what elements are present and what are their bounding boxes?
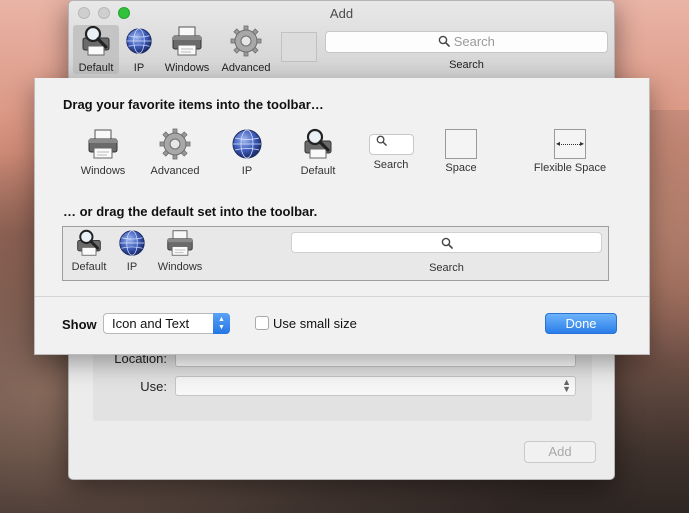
default-set-label: IP (126, 261, 138, 273)
search-icon (441, 237, 453, 249)
default-printer-icon (302, 128, 334, 160)
default-printer-icon (75, 229, 103, 257)
windows-printer-icon (166, 229, 194, 257)
default-printer-icon (80, 25, 112, 57)
toolbar-search-label: Search (449, 59, 484, 71)
default-set-label: Default (71, 261, 107, 273)
palette-heading: Drag your favorite items into the toolba… (63, 97, 324, 112)
palette-item-label: Search (373, 159, 409, 171)
palette-item-label: Flexible Space (533, 162, 607, 174)
ip-globe-icon (118, 229, 146, 257)
palette-item-label: IP (241, 165, 253, 177)
advanced-gear-icon (159, 128, 191, 160)
default-set-heading: … or drag the default set into the toolb… (63, 204, 318, 219)
flexible-space-icon: ◂ ▸ (554, 129, 586, 159)
toolbar-item-label: Default (78, 62, 114, 74)
toolbar-advanced-button[interactable]: Advanced (217, 25, 275, 74)
space-icon (445, 129, 477, 159)
toolbar-item-label: IP (133, 62, 145, 74)
palette-item-label: Windows (80, 165, 126, 177)
add-button[interactable]: Add (524, 441, 596, 463)
palette-item-flexible-space[interactable]: ◂ ▸ Flexible Space (525, 128, 615, 174)
ip-globe-icon (125, 25, 153, 57)
default-toolbar-set[interactable]: Default IP Windows Search (62, 226, 609, 281)
sheet-divider (35, 296, 649, 297)
show-mode-popup[interactable]: Icon and Text ▲ ▼ (103, 313, 230, 334)
advanced-gear-icon (230, 25, 262, 57)
windows-printer-icon (87, 128, 119, 160)
default-set-item: Windows (153, 229, 207, 273)
toolbar-item-label: Advanced (221, 62, 271, 74)
palette-item-space[interactable]: Space (435, 128, 487, 174)
toolbar-ip-button[interactable]: IP (123, 25, 155, 74)
toolbar-empty-slot (281, 32, 317, 62)
window-toolbar: Add Default IP Windows Advanced Search S… (69, 1, 614, 79)
show-label: Show (62, 317, 97, 332)
windows-printer-icon (171, 25, 203, 57)
window-title: Add (329, 6, 354, 21)
use-label: Use: (140, 379, 167, 394)
palette-item-ip[interactable]: IP (227, 128, 267, 177)
chevron-updown-icon: ▲ ▼ (213, 313, 230, 334)
done-button[interactable]: Done (545, 313, 617, 334)
toolbar-search-field[interactable]: Search (325, 31, 608, 53)
palette-item-label: Space (445, 162, 477, 174)
small-size-label[interactable]: Use small size (273, 316, 357, 331)
customize-toolbar-sheet: Drag your favorite items into the toolba… (34, 78, 650, 355)
default-set-item: Default (67, 229, 111, 273)
palette-item-search[interactable]: Search (365, 128, 417, 171)
palette-item-label: Advanced (150, 165, 200, 177)
palette-item-label: Default (300, 165, 336, 177)
palette-item-windows[interactable]: Windows (75, 128, 131, 177)
search-field-preview (368, 134, 414, 155)
ip-globe-icon (231, 128, 263, 160)
search-icon (376, 135, 387, 146)
default-set-label: Search (429, 262, 464, 274)
default-set-search-field (291, 232, 602, 253)
chevron-updown-icon: ▲ ▼ (562, 377, 571, 394)
default-set-item: IP (117, 229, 147, 273)
toolbar-item-label: Windows (164, 62, 210, 74)
toolbar-windows-button[interactable]: Windows (161, 25, 213, 74)
toolbar-default-button[interactable]: Default (73, 25, 119, 74)
search-placeholder: Search (453, 34, 495, 49)
palette-item-advanced[interactable]: Advanced (143, 128, 207, 177)
palette-item-default[interactable]: Default (292, 128, 344, 177)
search-icon (438, 35, 450, 47)
default-set-label: Windows (157, 261, 203, 273)
small-size-checkbox[interactable] (255, 316, 269, 330)
show-mode-value: Icon and Text (112, 316, 190, 331)
use-popup[interactable]: ▲ ▼ (175, 376, 576, 396)
